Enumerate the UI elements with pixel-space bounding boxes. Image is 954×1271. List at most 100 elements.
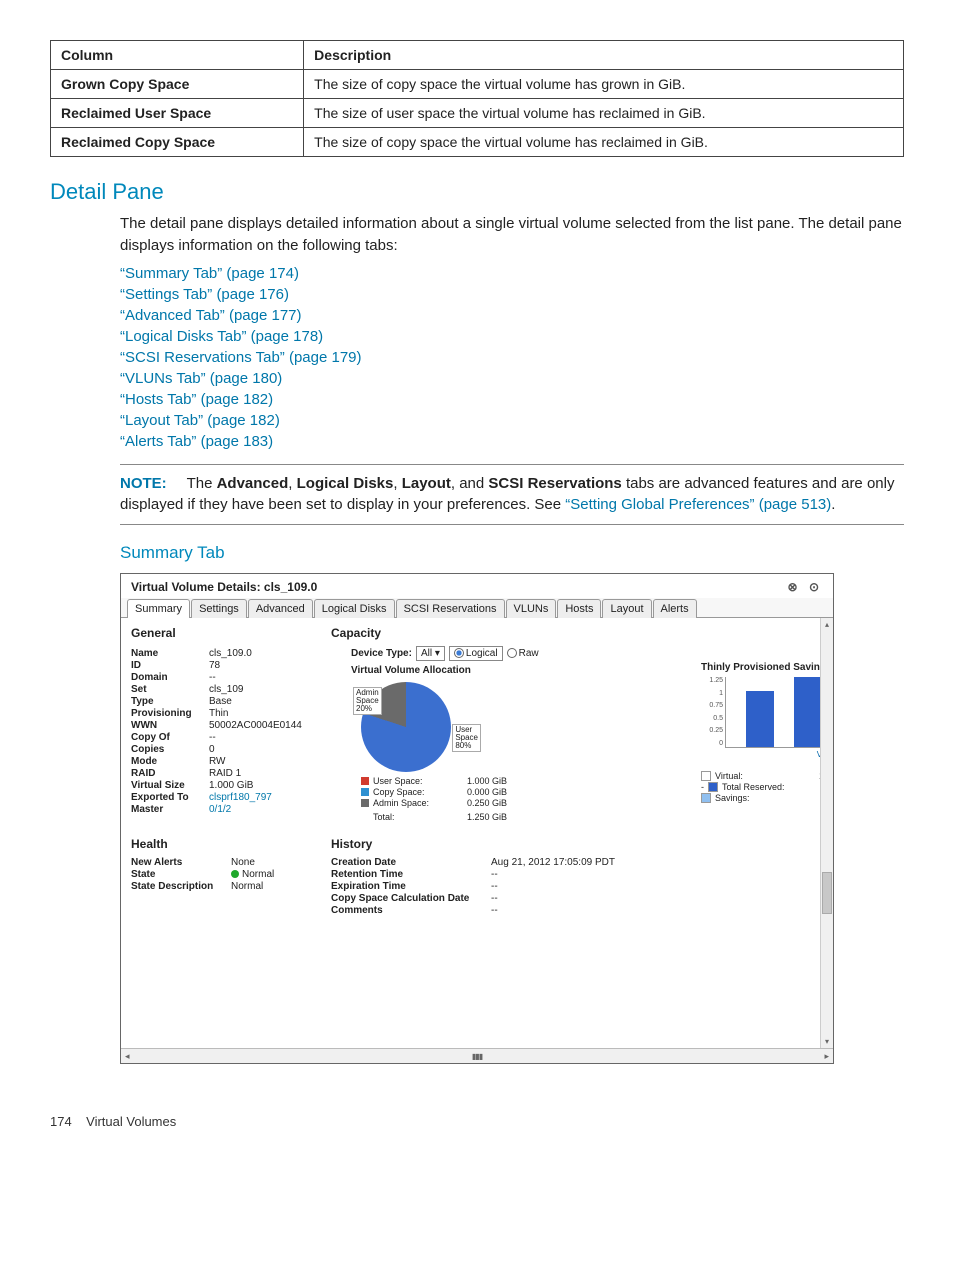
field-value: Thin [209, 708, 228, 719]
field-key: State [131, 869, 231, 880]
column-description-table: Column Description Grown Copy Space The … [50, 40, 904, 157]
scroll-down-icon[interactable]: ▾ [825, 1037, 829, 1046]
scroll-thumb[interactable] [822, 872, 832, 914]
pie-label-admin: Admin Space 20% [353, 687, 382, 715]
legend-swatch [361, 799, 369, 807]
detail-tabstrip: Summary Settings Advanced Logical Disks … [121, 598, 833, 618]
general-field: Exported Toclsprf180_797 [131, 792, 331, 803]
field-key: Type [131, 696, 209, 707]
subsection-heading-summary-tab: Summary Tab [120, 543, 904, 563]
field-key: Retention Time [331, 869, 491, 880]
bar-virtual [746, 691, 774, 747]
link-logical-disks-tab[interactable]: “Logical Disks Tab” (page 178) [120, 328, 904, 345]
field-value: Normal [231, 869, 274, 880]
legend-swatch [361, 777, 369, 785]
savings-row: Virtual:1.000 GiB [701, 771, 833, 781]
health-heading: Health [131, 837, 331, 851]
link-settings-tab[interactable]: “Settings Tab” (page 176) [120, 286, 904, 303]
tab-summary[interactable]: Summary [127, 599, 190, 618]
history-field: Creation DateAug 21, 2012 17:05:09 PDT [331, 857, 731, 868]
field-value[interactable]: 0/1/2 [209, 804, 231, 815]
capacity-heading: Capacity [331, 626, 701, 640]
field-key: State Description [131, 881, 231, 892]
field-value[interactable]: clsprf180_797 [209, 792, 272, 803]
link-advanced-tab[interactable]: “Advanced Tab” (page 177) [120, 307, 904, 324]
panel-title: Virtual Volume Details: cls_109.0 [131, 580, 317, 594]
general-field: Namecls_109.0 [131, 648, 331, 659]
link-setting-global-preferences[interactable]: “Setting Global Preferences” (page 513) [565, 496, 831, 513]
health-field: State DescriptionNormal [131, 881, 331, 892]
tab-vluns[interactable]: VLUNs [506, 599, 557, 618]
table-row: Reclaimed Copy Space The size of copy sp… [51, 128, 904, 157]
tab-logical-disks[interactable]: Logical Disks [314, 599, 395, 618]
tab-hosts[interactable]: Hosts [557, 599, 601, 618]
savings-swatch [708, 782, 718, 792]
device-type-label: Device Type: [351, 648, 412, 659]
savings-swatch [701, 771, 711, 781]
field-value: -- [491, 881, 498, 892]
radio-logical[interactable]: Logical [449, 646, 503, 661]
general-field: Copy Of-- [131, 732, 331, 743]
savings-y-axis: 1.25 1 0.75 0.5 0.25 0 [701, 677, 723, 747]
cell-col: Reclaimed User Space [51, 99, 304, 128]
general-field: Master0/1/2 [131, 804, 331, 815]
savings-x-label: Virtual [725, 750, 833, 759]
legend-swatch [361, 788, 369, 796]
cell-desc: The size of copy space the virtual volum… [304, 70, 904, 99]
page-number: 174 [50, 1114, 72, 1129]
field-value: Aug 21, 2012 17:05:09 PDT [491, 857, 615, 868]
scroll-up-icon[interactable]: ▴ [825, 620, 829, 629]
collapse-down-icon[interactable]: ⊙ [809, 580, 823, 594]
link-hosts-tab[interactable]: “Hosts Tab” (page 182) [120, 391, 904, 408]
field-key: Name [131, 648, 209, 659]
field-value: None [231, 857, 255, 868]
link-scsi-reservations-tab[interactable]: “SCSI Reservations Tab” (page 179) [120, 349, 904, 366]
note-block: NOTE: The Advanced, Logical Disks, Layou… [120, 464, 904, 526]
device-type-select[interactable]: All ▾ [416, 646, 445, 661]
link-vluns-tab[interactable]: “VLUNs Tab” (page 180) [120, 370, 904, 387]
health-section: Health New AlertsNoneStateNormalState De… [131, 837, 331, 917]
general-field: ModeRW [131, 756, 331, 767]
tab-layout[interactable]: Layout [602, 599, 651, 618]
collapse-up-icon[interactable]: ⊗ [788, 580, 802, 594]
tab-advanced[interactable]: Advanced [248, 599, 313, 618]
field-key: Domain [131, 672, 209, 683]
legend-value: 0.250 GiB [447, 798, 507, 808]
vv-allocation-heading: Virtual Volume Allocation [351, 665, 701, 676]
vertical-scrollbar[interactable]: ▴ ▾ [820, 618, 833, 1048]
footer-label: Virtual Volumes [86, 1114, 176, 1129]
savings-name: Savings: [715, 793, 805, 803]
table-header-description: Description [304, 41, 904, 70]
section-body: The detail pane displays detailed inform… [120, 213, 904, 257]
horizontal-scrollbar[interactable]: ◂ ▮▮▮ ▸ [121, 1048, 833, 1063]
note-label: NOTE: [120, 475, 167, 492]
general-field: TypeBase [131, 696, 331, 707]
scroll-left-icon[interactable]: ◂ [125, 1051, 130, 1062]
scroll-thumb-h[interactable]: ▮▮▮ [472, 1052, 482, 1061]
table-header-column: Column [51, 41, 304, 70]
link-alerts-tab[interactable]: “Alerts Tab” (page 183) [120, 433, 904, 450]
general-field: WWN50002AC0004E0144 [131, 720, 331, 731]
tab-scsi-reservations[interactable]: SCSI Reservations [396, 599, 505, 618]
savings-name: Virtual: [715, 771, 805, 781]
legend-row: User Space:1.000 GiB [361, 776, 701, 786]
link-summary-tab[interactable]: “Summary Tab” (page 174) [120, 265, 904, 282]
history-section: History Creation DateAug 21, 2012 17:05:… [331, 837, 731, 917]
panel-title-icons: ⊗ ⊙ [788, 580, 823, 594]
chevron-down-icon: ▾ [435, 648, 440, 659]
field-value: RAID 1 [209, 768, 241, 779]
radio-raw[interactable]: Raw [507, 648, 539, 659]
capacity-section: Capacity Device Type: All ▾ Logical Raw … [331, 626, 701, 823]
link-layout-tab[interactable]: “Layout Tab” (page 182) [120, 412, 904, 429]
field-key: Exported To [131, 792, 209, 803]
scroll-right-icon[interactable]: ▸ [824, 1051, 829, 1062]
total-label: Total: [373, 812, 443, 822]
legend-value: 0.000 GiB [447, 787, 507, 797]
legend-name: Admin Space: [373, 798, 443, 808]
tab-settings[interactable]: Settings [191, 599, 247, 618]
field-value: -- [209, 672, 216, 683]
savings-row: Savings:None [701, 793, 833, 803]
legend-row: Copy Space:0.000 GiB [361, 787, 701, 797]
tab-alerts[interactable]: Alerts [653, 599, 697, 618]
history-heading: History [331, 837, 731, 851]
